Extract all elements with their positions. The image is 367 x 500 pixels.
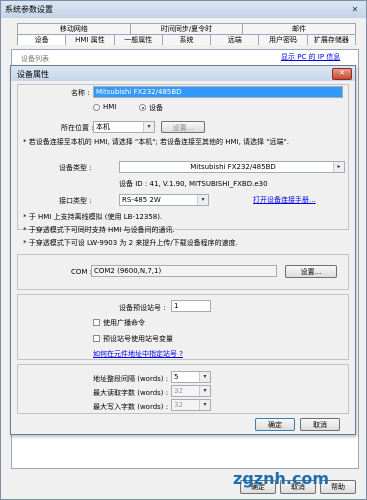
max-write-label: 最大写入字数 (words) : — [93, 403, 169, 411]
note-offline-sim: * 于 HMI 上支持离线模拟 (使用 LB-12358). — [23, 213, 163, 221]
device-type-value: Mitsubishi FX232/485BD — [190, 163, 276, 171]
tab-mobile-network[interactable]: 移动网络 — [17, 23, 131, 34]
device-basic-group — [17, 84, 349, 230]
com-settings-button[interactable]: 设置... — [285, 265, 337, 278]
station-var-checkbox[interactable] — [93, 335, 100, 342]
dialog-ok-button[interactable]: 确定 — [255, 418, 295, 431]
radio-hmi-label: HMI — [103, 103, 117, 111]
location-settings-button[interactable]: 设置... — [161, 121, 205, 133]
default-station-label: 设备预设站号 : — [119, 304, 166, 312]
broadcast-checkbox[interactable] — [93, 319, 100, 326]
interface-value: RS-485 2W — [122, 196, 161, 204]
chevron-right-icon: ▸ — [333, 162, 344, 172]
device-type-select[interactable]: Mitsubishi FX232/485BD ▸ — [119, 161, 345, 173]
note-passthrough: * 于穿透模式下可同时支持 HMI 与设备间的通讯. — [23, 226, 175, 234]
chevron-down-icon: ▾ — [199, 386, 210, 396]
tab-system[interactable]: 系统 — [161, 34, 212, 45]
name-label: 名称 : — [71, 89, 90, 97]
chevron-down-icon: ▾ — [199, 400, 210, 410]
system-settings-window: 系统参数设置 ✕ 移动网络 时间同步/夏令时 邮件 设备 HMI 属性 一般属性… — [0, 0, 367, 500]
location-label: 所在位置 : — [61, 124, 94, 132]
show-pc-ip-link[interactable]: 显示 PC 的 IP 信息 — [281, 52, 340, 62]
com-value: COM2 (9600,N,7,1) — [91, 265, 277, 277]
device-properties-dialog: 设备属性 ✕ 名称 : Mitsubishi FX232/485BD HMI 设… — [10, 65, 356, 435]
note-passthrough-speed: * 于穿透模式下可设 LW-9903 为 2 来提升上传/下载设备程序的速度. — [23, 239, 238, 247]
tab-user-password[interactable]: 用户密码 — [258, 34, 308, 45]
addr-interval-select[interactable]: 5 ▾ — [171, 371, 211, 383]
location-value: 本机 — [96, 123, 110, 131]
device-id: 设备 ID : 41, V.1.90, MITSUBISHI_FXBD.e30 — [119, 180, 268, 188]
tab-device[interactable]: 设备 — [17, 34, 67, 45]
interface-select[interactable]: RS-485 2W ▾ — [119, 194, 209, 206]
default-station-input[interactable]: 1 — [171, 300, 211, 312]
chevron-down-icon: ▾ — [199, 372, 210, 382]
dialog-cancel-button[interactable]: 取消 — [300, 418, 340, 431]
device-list-label: 设备列表 — [21, 55, 49, 63]
tab-row-bottom: 设备 HMI 属性 一般属性 系统 远端 用户密码 扩展存储器 — [17, 34, 356, 45]
tab-row-top: 移动网络 时间同步/夏令时 邮件 — [17, 23, 357, 34]
radio-device-label: 设备 — [149, 104, 163, 112]
tab-email[interactable]: 邮件 — [242, 23, 357, 34]
open-connection-manual-link[interactable]: 打开设备连接手册... — [253, 195, 316, 205]
radio-device[interactable] — [139, 104, 146, 111]
dialog-titlebar: 设备属性 ✕ — [11, 66, 355, 81]
interface-label: 接口类型 : — [59, 197, 92, 205]
chevron-down-icon: ▾ — [197, 195, 208, 205]
addr-interval-value: 5 — [174, 373, 179, 381]
broadcast-label: 使用广播命令 — [103, 319, 145, 327]
tab-remote[interactable]: 远端 — [210, 34, 260, 45]
max-write-value: 32 — [174, 401, 183, 409]
max-read-select[interactable]: 32 ▾ — [171, 385, 211, 397]
tab-extended-memory[interactable]: 扩展存储器 — [306, 34, 356, 45]
location-select[interactable]: 本机 ▾ — [93, 121, 155, 133]
max-read-value: 32 — [174, 387, 183, 395]
window-titlebar: 系统参数设置 ✕ — [1, 1, 366, 18]
device-type-label: 设备类型 : — [59, 164, 92, 172]
station-in-address-link[interactable]: 如何在元件地址中指定站号 ? — [93, 349, 183, 359]
watermark: zgznh.com — [233, 469, 330, 488]
name-input[interactable]: Mitsubishi FX232/485BD — [93, 86, 343, 98]
tab-general[interactable]: 一般属性 — [113, 34, 163, 45]
window-title: 系统参数设置 — [5, 5, 53, 14]
max-write-select[interactable]: 32 ▾ — [171, 399, 211, 411]
location-note: * 若设备连接至本机的 HMI, 请选择 "本机"; 若设备连接至其他的 HMI… — [23, 138, 289, 146]
tab-time-sync[interactable]: 时间同步/夏令时 — [129, 23, 244, 34]
dialog-close-icon[interactable]: ✕ — [332, 68, 352, 80]
radio-hmi[interactable] — [93, 104, 100, 111]
tab-hmi-properties[interactable]: HMI 属性 — [65, 34, 115, 45]
chevron-down-icon: ▾ — [143, 122, 154, 132]
station-var-label: 预设站号使用站号变量 — [103, 335, 173, 343]
com-label: COM : — [71, 268, 93, 276]
close-icon[interactable]: ✕ — [348, 4, 362, 15]
addr-interval-label: 地址整段间隔 (words) : — [93, 375, 169, 383]
max-read-label: 最大读取字数 (words) : — [93, 389, 169, 397]
dialog-title: 设备属性 — [17, 70, 49, 79]
